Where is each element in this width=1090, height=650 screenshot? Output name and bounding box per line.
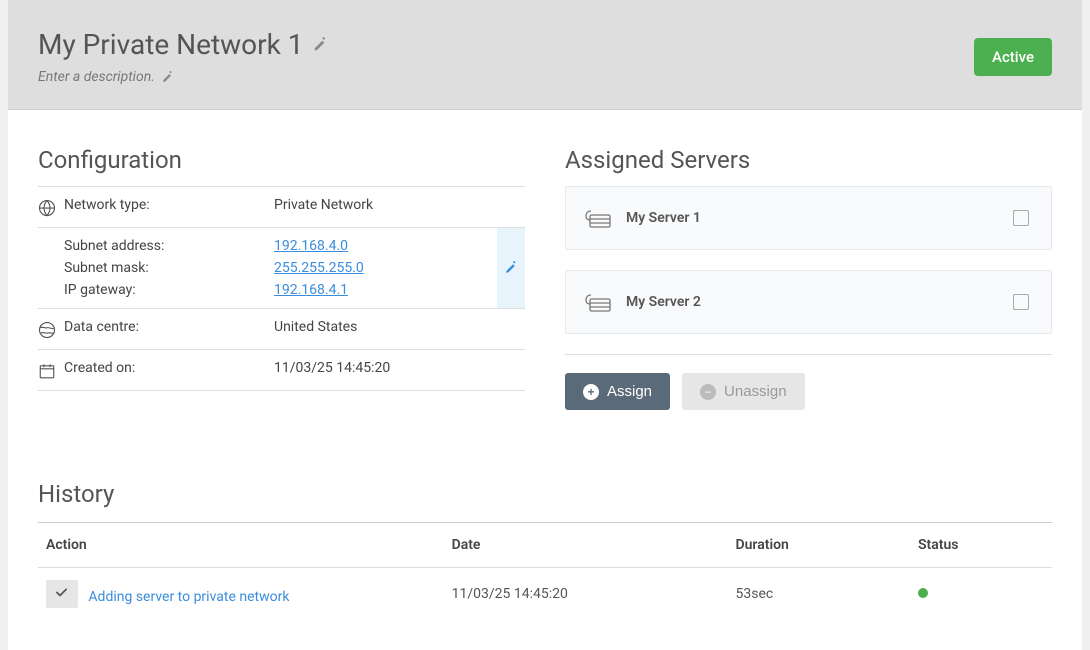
plus-icon: +: [583, 384, 599, 400]
config-row-subnet: Subnet address: 192.168.4.0 Subnet mask:…: [38, 227, 525, 308]
status-text: Active: [992, 48, 1034, 66]
subnet-address-label: Subnet address:: [64, 238, 274, 254]
config-row-data-centre: Data centre: United States: [38, 308, 525, 349]
globe-icon: [38, 197, 64, 217]
server-icon: [584, 207, 612, 229]
edit-description-icon[interactable]: [161, 71, 174, 84]
network-title-text: My Private Network 1: [38, 28, 304, 61]
unassign-button[interactable]: − Unassign: [682, 373, 805, 410]
ip-gateway-label: IP gateway:: [64, 282, 274, 298]
server-card[interactable]: My Server 1: [565, 186, 1052, 250]
history-col-duration: Duration: [728, 523, 911, 568]
history-col-date: Date: [444, 523, 728, 568]
world-icon: [38, 319, 64, 339]
edit-title-icon[interactable]: [312, 37, 328, 53]
configuration-title: Configuration: [38, 146, 525, 174]
assign-label: Assign: [607, 383, 652, 400]
network-type-label: Network type:: [64, 197, 274, 213]
config-row-created-on: Created on: 11/03/25 14:45:20: [38, 349, 525, 391]
status-dot-ok: [918, 588, 928, 598]
server-checkbox[interactable]: [1013, 294, 1029, 310]
history-section: History Action Date Duration Status Addi…: [8, 450, 1082, 650]
assigned-servers-section: Assigned Servers My Server 1 My Server 2…: [565, 146, 1052, 410]
subnet-mask-label: Subnet mask:: [64, 260, 274, 276]
config-row-network-type: Network type: Private Network: [38, 186, 525, 227]
created-on-label: Created on:: [64, 360, 274, 376]
history-row: Adding server to private network 11/03/2…: [38, 568, 1052, 621]
created-on-value: 11/03/25 14:45:20: [274, 360, 525, 376]
unassign-label: Unassign: [724, 383, 787, 400]
description-placeholder: Enter a description.: [38, 69, 155, 85]
server-card[interactable]: My Server 2: [565, 270, 1052, 334]
server-checkbox[interactable]: [1013, 210, 1029, 226]
subnet-mask-value[interactable]: 255.255.255.0: [274, 260, 364, 276]
server-icon: [584, 291, 612, 313]
ip-gateway-value[interactable]: 192.168.4.1: [274, 282, 348, 298]
status-badge: Active: [974, 38, 1052, 76]
calendar-icon: [38, 360, 64, 380]
subnet-address-value[interactable]: 192.168.4.0: [274, 238, 348, 254]
assign-button[interactable]: + Assign: [565, 373, 670, 410]
check-icon: [46, 580, 78, 608]
network-type-value: Private Network: [274, 197, 525, 213]
page-description: Enter a description.: [38, 69, 328, 85]
configuration-section: Configuration Network type: Private Netw…: [38, 146, 525, 410]
history-col-action: Action: [38, 523, 444, 568]
history-status: [910, 568, 1052, 621]
server-name: My Server 1: [626, 210, 999, 226]
page-title: My Private Network 1: [38, 28, 328, 61]
history-duration: 53sec: [728, 568, 911, 621]
history-col-status: Status: [910, 523, 1052, 568]
history-date: 11/03/25 14:45:20: [444, 568, 728, 621]
history-action-link[interactable]: Adding server to private network: [88, 589, 289, 605]
pencil-icon: [504, 261, 518, 275]
data-centre-label: Data centre:: [64, 319, 274, 335]
edit-subnet-button[interactable]: [497, 228, 525, 308]
server-name: My Server 2: [626, 294, 999, 310]
assigned-servers-title: Assigned Servers: [565, 146, 1052, 174]
data-centre-value: United States: [274, 319, 525, 335]
minus-icon: −: [700, 384, 716, 400]
page-header: My Private Network 1 Enter a description…: [8, 0, 1082, 110]
history-title: History: [38, 480, 1052, 508]
